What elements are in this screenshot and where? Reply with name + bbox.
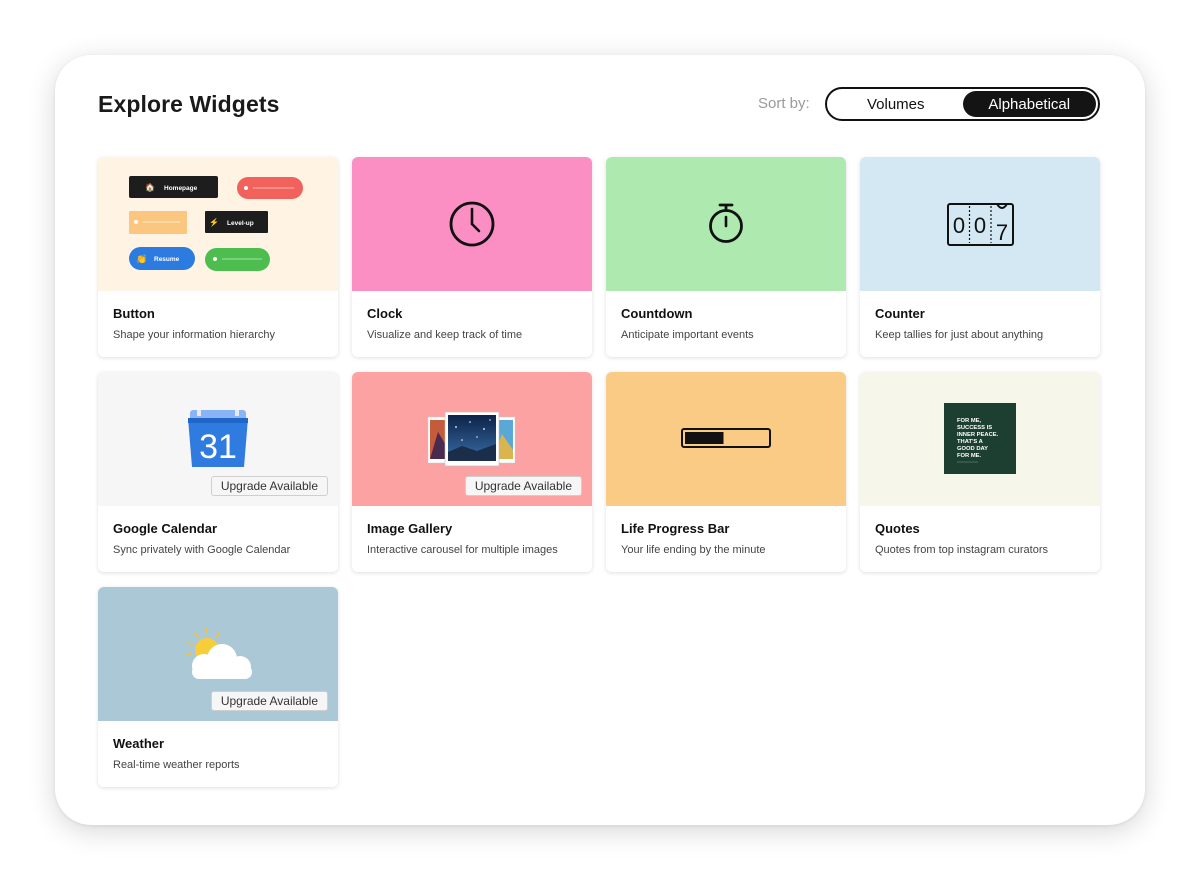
progress-bar-icon — [681, 428, 771, 448]
widget-card-counter[interactable]: 0 0 7 Counter Keep tallies for just abou… — [860, 157, 1100, 357]
sort-toggle: Volumes Alphabetical — [825, 87, 1100, 121]
widget-card-life-progress-bar[interactable]: Life Progress Bar Your life ending by th… — [606, 372, 846, 572]
sort-option-volumes[interactable]: Volumes — [829, 91, 963, 117]
widget-name: Life Progress Bar — [621, 521, 730, 536]
widget-description: Real-time weather reports — [113, 759, 240, 771]
widget-card-weather[interactable]: Upgrade Available Weather Real-time weat… — [98, 587, 338, 787]
widget-name: Countdown — [621, 306, 693, 321]
widget-card-image-gallery[interactable]: Upgrade Available Image Gallery Interact… — [352, 372, 592, 572]
widget-name: Quotes — [875, 521, 920, 536]
counter-digit: 0 — [953, 213, 965, 238]
levelup-sample-label: Level-up — [227, 220, 254, 227]
progress-fill — [685, 432, 724, 444]
clock-icon — [449, 201, 495, 247]
counter-digit: 0 — [974, 213, 986, 238]
widget-name: Google Calendar — [113, 521, 218, 536]
upgrade-badge[interactable]: Upgrade Available — [210, 476, 328, 496]
widget-description: Anticipate important events — [621, 329, 754, 341]
page-title: Explore Widgets — [98, 91, 280, 117]
widget-thumbnail: Upgrade Available — [98, 587, 338, 721]
resume-sample-label: Resume — [154, 256, 180, 263]
svg-text:GOOD DAY: GOOD DAY — [957, 446, 988, 452]
widget-thumbnail: Upgrade Available — [352, 372, 592, 506]
widget-card-button[interactable]: 🏠 Homepage ⚡ Level-up 👏 Resume Button Sh… — [98, 157, 338, 357]
widget-thumbnail: 31 Upgrade Available — [98, 372, 338, 506]
upgrade-badge[interactable]: Upgrade Available — [210, 691, 328, 711]
widget-card-google-calendar[interactable]: 31 Upgrade Available Google Calendar Syn… — [98, 372, 338, 572]
counter-digit: 7 — [996, 220, 1008, 245]
svg-text:🏠: 🏠 — [145, 183, 155, 192]
widget-description: Visualize and keep track of time — [367, 329, 523, 341]
svg-text:⚡: ⚡ — [209, 217, 219, 227]
svg-text:SUCCESS IS: SUCCESS IS — [957, 425, 992, 431]
widget-description: Shape your information hierarchy — [113, 329, 276, 341]
widget-description: Keep tallies for just about anything — [875, 329, 1044, 341]
quote-card-icon: FOR ME, SUCCESS IS INNER PEACE. THAT'S A… — [944, 403, 1016, 474]
widget-name: Clock — [367, 306, 403, 321]
upgrade-badge[interactable]: Upgrade Available — [464, 476, 582, 496]
sort-label: Sort by: — [758, 95, 810, 112]
widget-description: Interactive carousel for multiple images — [367, 544, 558, 556]
stopwatch-icon — [709, 203, 743, 243]
widget-description: Quotes from top instagram curators — [875, 544, 1049, 556]
counter-icon: 0 0 7 — [947, 203, 1014, 246]
calendar-date: 31 — [199, 428, 237, 466]
widget-description: Sync privately with Google Calendar — [113, 544, 291, 556]
svg-text:FOR ME.: FOR ME. — [957, 453, 982, 459]
widget-thumbnail: FOR ME, SUCCESS IS INNER PEACE. THAT'S A… — [860, 372, 1100, 506]
widget-thumbnail — [352, 157, 592, 291]
widget-description: Your life ending by the minute — [621, 544, 766, 556]
homepage-sample-label: Homepage — [164, 185, 198, 192]
widget-thumbnail: 🏠 Homepage ⚡ Level-up 👏 Resume — [98, 157, 338, 291]
widget-name: Counter — [875, 306, 925, 321]
widget-name: Image Gallery — [367, 521, 453, 536]
button-collage-icon: 🏠 Homepage ⚡ Level-up 👏 Resume — [129, 176, 303, 271]
sort-option-alphabetical[interactable]: Alphabetical — [962, 91, 1096, 117]
svg-text:INNER PEACE.: INNER PEACE. — [957, 432, 999, 438]
widget-thumbnail: 0 0 7 — [860, 157, 1100, 291]
widget-name: Weather — [113, 736, 165, 751]
svg-text:THAT'S A: THAT'S A — [957, 439, 984, 445]
svg-text:FOR ME,: FOR ME, — [957, 418, 982, 424]
widget-name: Button — [113, 306, 155, 321]
widget-card-quotes[interactable]: FOR ME, SUCCESS IS INNER PEACE. THAT'S A… — [860, 372, 1100, 572]
svg-text:👏: 👏 — [136, 253, 147, 264]
widget-thumbnail — [606, 372, 846, 506]
widget-card-clock[interactable]: Clock Visualize and keep track of time — [352, 157, 592, 357]
widget-card-countdown[interactable]: Countdown Anticipate important events — [606, 157, 846, 357]
widgets-panel: Explore Widgets Sort by: Volumes Alphabe… — [55, 55, 1145, 825]
widget-thumbnail — [606, 157, 846, 291]
